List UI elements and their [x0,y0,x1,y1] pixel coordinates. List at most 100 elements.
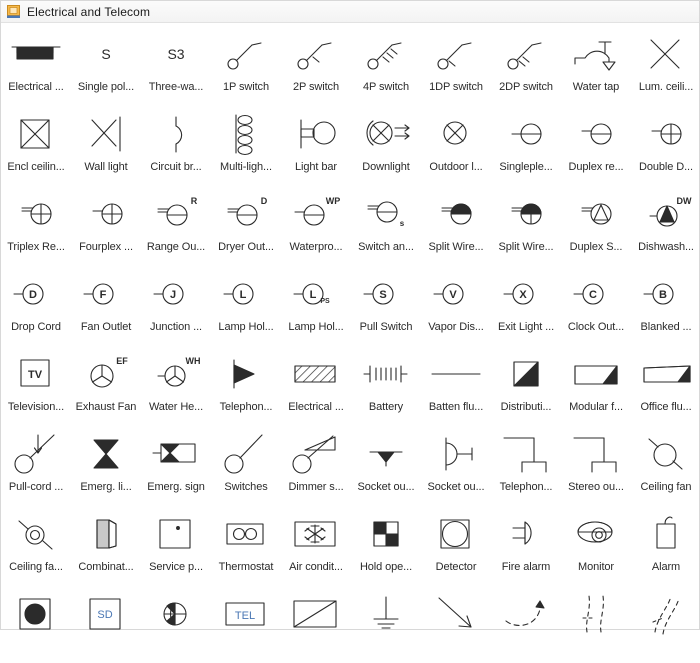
smoke-detector-sd-icon[interactable]: SD [75,591,137,637]
lamp-holder-ps-icon[interactable]: L PS [285,271,347,317]
range-outlet-r-icon[interactable]: R [145,191,207,237]
symbol-cell[interactable]: 1P switch [211,23,281,103]
single-pole-switch-s-icon[interactable]: S [75,31,137,77]
symbol-cell[interactable]: Batten flu... [421,343,491,423]
symbol-cell[interactable] [351,583,421,663]
dishwasher-dw-icon[interactable]: DW [635,191,697,237]
switch-and-receptacle-s-icon[interactable]: s [355,191,417,237]
symbol-cell[interactable]: Socket ou... [351,423,421,503]
symbol-cell[interactable]: Split Wire... [421,183,491,263]
clock-outlet-c-icon[interactable]: C [565,271,627,317]
symbol-cell[interactable]: TEL [211,583,281,663]
dimmer-switch-icon[interactable] [285,431,347,477]
exhaust-fan-ef-icon[interactable]: EF [75,351,137,397]
battery-icon[interactable] [355,351,417,397]
symbol-cell[interactable]: Distributi... [491,343,561,423]
symbol-cell[interactable]: WH Water He... [141,343,211,423]
symbol-cell[interactable]: s Switch an... [351,183,421,263]
triplex-receptacle-icon[interactable] [5,191,67,237]
symbol-cell[interactable]: B Blanked ... [631,263,700,343]
ceiling-fan-icon[interactable] [635,431,697,477]
drop-cord-d-icon[interactable]: D [5,271,67,317]
arrow-diagonal-icon[interactable] [425,591,487,637]
split-wired-duplex-icon[interactable] [425,191,487,237]
symbol-cell[interactable] [491,583,561,663]
symbol-cell[interactable]: Triplex Re... [1,183,71,263]
symbol-cell[interactable]: TV Television... [1,343,71,423]
socket-outlet-open-icon[interactable] [425,431,487,477]
1dp-switch-icon[interactable] [425,31,487,77]
symbol-cell[interactable]: Modular f... [561,343,631,423]
symbol-cell[interactable]: S Pull Switch [351,263,421,343]
office-fluorescent-icon[interactable] [635,351,697,397]
symbol-cell[interactable]: J Junction ... [141,263,211,343]
pull-cord-switch-icon[interactable] [5,431,67,477]
symbol-cell[interactable]: WP Waterpro... [281,183,351,263]
symbol-cell[interactable]: Encl ceilin... [1,103,71,183]
batten-fluorescent-icon[interactable] [425,351,487,397]
symbol-cell[interactable]: S Single pol... [71,23,141,103]
symbol-cell[interactable]: Telephon... [211,343,281,423]
symbol-cell[interactable]: F Fan Outlet [71,263,141,343]
symbol-cell[interactable]: Telephon... [491,423,561,503]
three-way-switch-s3-icon[interactable]: S3 [145,31,207,77]
luminaire-ceiling-x-icon[interactable] [635,31,697,77]
symbol-cell[interactable]: 2DP switch [491,23,561,103]
air-conditioner-icon[interactable] [285,511,347,557]
symbol-cell[interactable]: Emerg. sign [141,423,211,503]
service-panel-icon[interactable] [145,511,207,557]
symbol-cell[interactable]: Split Wire... [491,183,561,263]
symbol-cell[interactable]: Hold ope... [351,503,421,583]
symbol-cell[interactable]: Office flu... [631,343,700,423]
symbol-cell[interactable]: C Clock Out... [561,263,631,343]
symbol-cell[interactable]: D Drop Cord [1,263,71,343]
duplex-special-outlet-icon[interactable] [565,191,627,237]
diagonal-box-icon[interactable] [285,591,347,637]
thermostat-icon[interactable] [215,511,277,557]
symbol-cell[interactable]: 4P switch [351,23,421,103]
symbol-cell[interactable]: Outdoor l... [421,103,491,183]
symbol-cell[interactable]: Ceiling fan [631,423,700,503]
symbol-cell[interactable]: Lum. ceili... [631,23,700,103]
downlight-icon[interactable] [355,111,417,157]
light-bar-icon[interactable] [285,111,347,157]
junction-box-j-icon[interactable]: J [145,271,207,317]
lamp-holder-l-icon[interactable]: L [215,271,277,317]
1p-switch-icon[interactable] [215,31,277,77]
enclosed-ceiling-luminaire-icon[interactable] [5,111,67,157]
modular-fluorescent-icon[interactable] [565,351,627,397]
symbol-cell[interactable]: Emerg. li... [71,423,141,503]
wall-light-icon[interactable] [75,111,137,157]
symbol-cell[interactable]: Switches [211,423,281,503]
symbol-cell[interactable] [281,583,351,663]
symbol-cell[interactable]: Downlight [351,103,421,183]
symbol-cell[interactable]: Fire alarm [491,503,561,583]
singleplex-receptacle-icon[interactable] [495,111,557,157]
symbol-cell[interactable] [561,583,631,663]
telephone-outlet-icon[interactable] [495,431,557,477]
electrical-hatched-box-icon[interactable] [285,351,347,397]
symbol-cell[interactable]: Battery [351,343,421,423]
blanked-outlet-b-icon[interactable]: B [635,271,697,317]
symbol-cell[interactable]: SD [71,583,141,663]
2dp-switch-icon[interactable] [495,31,557,77]
symbol-cell[interactable]: Electrical ... [281,343,351,423]
water-tap-icon[interactable] [565,31,627,77]
symbol-cell[interactable]: Detector [421,503,491,583]
ceiling-fan-spiral-icon[interactable] [5,511,67,557]
symbol-cell[interactable]: Air condit... [281,503,351,583]
symbol-cell[interactable]: Pull-cord ... [1,423,71,503]
symbol-cell[interactable]: R Range Ou... [141,183,211,263]
dryer-outlet-d-icon[interactable]: D [215,191,277,237]
symbol-cell[interactable]: Water tap [561,23,631,103]
double-duplex-receptacle-icon[interactable] [635,111,697,157]
stereo-outlet-icon[interactable] [565,431,627,477]
symbol-cell[interactable]: DW Dishwash... [631,183,700,263]
symbol-cell[interactable]: Double D... [631,103,700,183]
symbol-cell[interactable]: Stereo ou... [561,423,631,503]
television-outlet-tv-icon[interactable]: TV [5,351,67,397]
filled-circle-box-icon[interactable] [5,591,67,637]
symbol-cell[interactable]: V Vapor Dis... [421,263,491,343]
symbol-cell[interactable]: Fourplex ... [71,183,141,263]
symbol-cell[interactable]: Thermostat [211,503,281,583]
